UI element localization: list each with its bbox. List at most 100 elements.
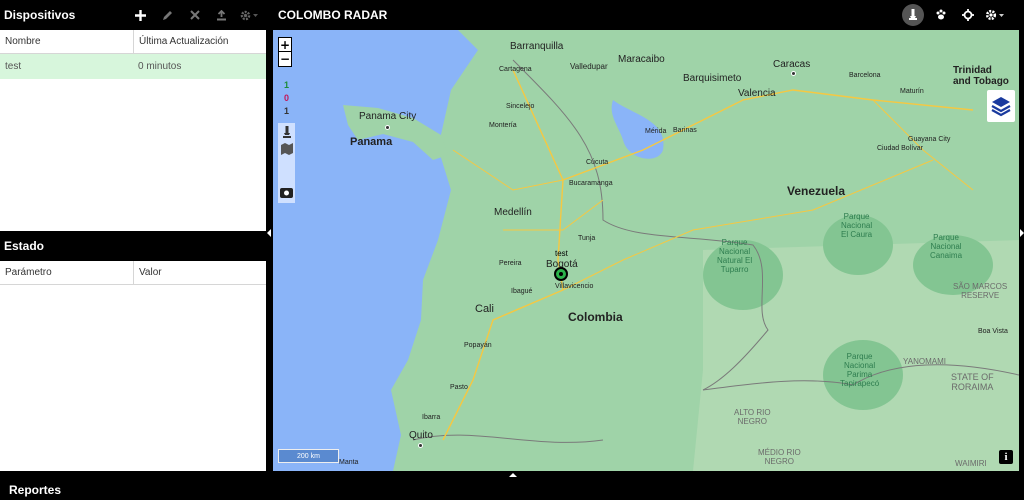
devices-header: Dispositivos (0, 0, 266, 30)
map-layer-toggle-button[interactable] (279, 142, 294, 156)
app-root: Dispositivos Nombre Última Actualización… (0, 0, 1024, 500)
collapse-left-icon[interactable] (267, 229, 271, 237)
info-button[interactable]: i (999, 450, 1013, 464)
label-parque-tapirapeco: Parque Nacional Parima Tapirapecó (840, 352, 880, 388)
label-guayana: Guayana City (908, 136, 951, 143)
label-popayan: Popayán (464, 342, 492, 349)
label-tunja: Tunja (578, 235, 596, 242)
label-barinas: Barinas (673, 127, 697, 134)
label-trinidad: Trinidad and Tobago (953, 65, 1009, 87)
pin-icon (282, 125, 291, 138)
label-panama-city: Panama City (359, 111, 417, 122)
label-valencia: Valencia (738, 88, 776, 99)
command-button[interactable] (208, 0, 235, 30)
label-pereira: Pereira (499, 260, 522, 267)
label-sincelejo: Sincelejo (506, 103, 535, 110)
dot-quito (418, 443, 423, 448)
label-medio-rio-negro: MÉDIO RIO NEGRO (758, 448, 801, 466)
label-caracas: Caracas (773, 59, 811, 70)
map-icon (280, 143, 293, 155)
pencil-icon (163, 10, 172, 20)
label-barcelona: Barcelona (849, 72, 881, 79)
online-count: 1 (284, 80, 290, 90)
label-boa-vista: Boa Vista (978, 328, 1008, 335)
dot-panama-city (385, 125, 390, 130)
label-panama: Panama (350, 136, 393, 148)
label-merida: Mérida (645, 128, 667, 135)
label-parque-canaima: Parque Nacional Canaima (930, 233, 963, 260)
label-yanomami: YANOMAMI (903, 357, 946, 366)
device-settings-menu[interactable] (235, 0, 262, 30)
label-sao-marcos: SÃO MARCOS RESERVE (953, 282, 1008, 300)
history-button[interactable] (927, 0, 954, 30)
state-grid: Parámetro Valor (0, 261, 266, 471)
column-last-update[interactable]: Última Actualización (133, 30, 266, 53)
dot-caracas (791, 71, 796, 76)
settings-menu[interactable] (981, 0, 1008, 30)
plus-icon (135, 9, 146, 21)
follow-toggle-button[interactable] (279, 125, 294, 139)
gear-icon (985, 9, 1004, 21)
pin-icon (909, 9, 917, 20)
label-maturin: Maturín (900, 88, 924, 95)
reports-header[interactable]: Reportes (0, 480, 1024, 500)
label-cartagena: Cartagena (499, 66, 532, 73)
label-ibague: Ibagué (511, 288, 533, 295)
devices-grid-header: Nombre Última Actualización (0, 30, 266, 54)
label-maracaibo: Maracaibo (618, 54, 665, 65)
scale-bar: 200 km (278, 449, 339, 463)
remove-device-button[interactable] (181, 0, 208, 30)
eye-icon (280, 188, 293, 198)
labels-toggle-button[interactable] (279, 186, 294, 200)
brand-title: COLOMBO RADAR (278, 8, 388, 22)
geofence-button[interactable] (954, 0, 981, 30)
vertical-splitter[interactable] (266, 0, 273, 471)
horizontal-splitter[interactable] (0, 471, 1024, 480)
label-roraima: STATE OF RORAIMA (951, 372, 994, 392)
edit-device-button[interactable] (154, 0, 181, 30)
label-pasto: Pasto (450, 384, 468, 391)
label-parque-tuparro: Parque Nacional Natural El Tuparro (717, 238, 753, 274)
label-barranquilla: Barranquilla (510, 41, 564, 52)
layers-button[interactable] (987, 90, 1015, 122)
state-header: Estado (0, 231, 266, 261)
device-marker[interactable] (554, 267, 568, 281)
label-barquisimeto: Barquisimeto (683, 73, 742, 84)
label-parque-el-caura: Parque Nacional El Caura (841, 212, 873, 239)
expand-reports-icon[interactable] (509, 473, 517, 477)
column-value[interactable]: Valor (133, 261, 266, 284)
label-cucuta: Cúcuta (586, 159, 609, 166)
add-device-button[interactable] (127, 0, 154, 30)
label-waimiri: WAIMIRI (955, 459, 987, 468)
map-topbar: COLOMBO RADAR (273, 0, 1024, 30)
follow-device-button[interactable] (902, 4, 924, 26)
zoom-out-button[interactable]: − (279, 52, 291, 66)
offline-count: 0 (284, 93, 290, 103)
map-side-toolbar (278, 123, 295, 203)
state-grid-header: Parámetro Valor (0, 261, 266, 285)
devices-title: Dispositivos (4, 8, 76, 22)
map-view[interactable]: Barranquilla Cartagena Valledupar Maraca… (273, 30, 1019, 471)
label-manta: Manta (339, 459, 359, 466)
collapse-right-icon[interactable] (1020, 229, 1024, 237)
zoom-in-button[interactable]: + (279, 38, 291, 52)
label-alto-rio-negro: ALTO RIO NEGRO (734, 408, 771, 426)
reports-title: Reportes (9, 483, 62, 497)
devices-toolbar (127, 0, 262, 30)
label-medellin: Medellín (494, 207, 532, 218)
table-row[interactable]: test 0 minutos (0, 54, 266, 79)
top-toolbar (899, 0, 1024, 30)
state-title: Estado (4, 239, 45, 253)
device-marker-label: test (555, 249, 568, 258)
label-cali: Cali (475, 303, 494, 315)
label-bucaramanga: Bucaramanga (569, 180, 613, 187)
map-basemap (343, 30, 1019, 471)
column-parameter[interactable]: Parámetro (0, 261, 133, 284)
label-ciudad-bolivar: Ciudad Bolívar (877, 145, 923, 152)
column-name[interactable]: Nombre (0, 30, 133, 53)
layers-icon (991, 97, 1011, 117)
crosshair-icon (961, 9, 974, 21)
label-monteria: Montería (489, 122, 517, 129)
status-counts: 1 0 1 (284, 79, 289, 118)
device-updated-cell: 0 minutos (138, 61, 182, 72)
